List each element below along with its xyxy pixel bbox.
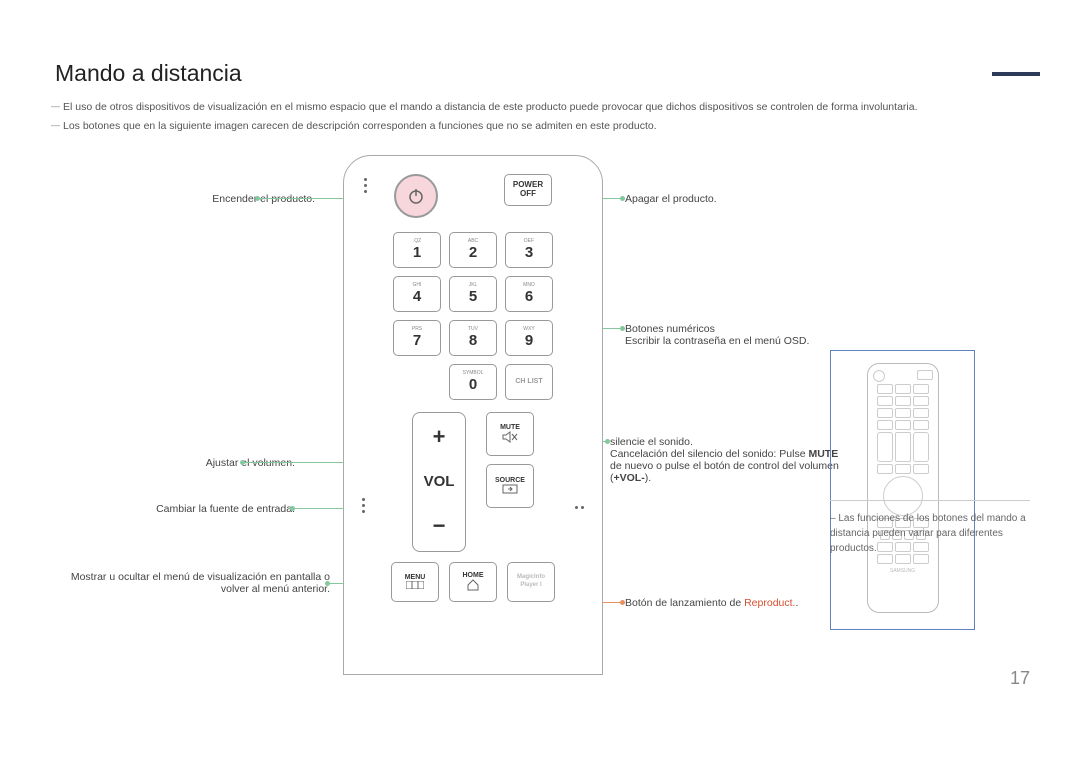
mute-d1: Cancelación del silencio del sonido: Pul… [610, 448, 808, 460]
label-volume: Ajustar el volumen. [55, 457, 295, 469]
accent-bar [992, 72, 1040, 76]
label-magicinfo: Botón de lanzamiento de Reproduct.. [625, 597, 798, 609]
remote-thumbnail-frame: SAMSUNG [830, 350, 975, 630]
vol-label: VOL [424, 473, 455, 490]
numeric-title: Botones numéricos [625, 323, 715, 335]
leader-dot [620, 600, 625, 605]
page-number: 17 [1010, 668, 1030, 689]
menu-icon [406, 581, 424, 589]
home-button[interactable]: HOME [449, 562, 497, 602]
key-1[interactable]: .QZ1 [393, 232, 441, 268]
page-title: Mando a distancia [55, 60, 1025, 87]
menu-button[interactable]: MENU [391, 562, 439, 602]
label-menu: Mostrar u ocultar el menú de visualizaci… [55, 571, 330, 595]
braille-dots [362, 498, 365, 513]
key-4[interactable]: GHI4 [393, 276, 441, 312]
volume-rocker[interactable]: + VOL − [412, 412, 466, 552]
braille-dots [575, 506, 584, 509]
source-button[interactable]: SOURCE [486, 464, 534, 508]
mi-hi: Reproduct. [744, 597, 795, 609]
leader-dot [620, 196, 625, 201]
leader-dot [325, 581, 330, 586]
leader-dot [605, 439, 610, 444]
key-8[interactable]: TUV8 [449, 320, 497, 356]
key-0[interactable]: SYMBOL0 [449, 364, 497, 400]
power-icon [406, 186, 426, 206]
leader-dot [255, 196, 260, 201]
note-2: Los botones que en la siguiente imagen c… [55, 118, 1025, 135]
label-numeric: Botones numéricos Escribir la contraseña… [625, 323, 855, 347]
label-source: Cambiar la fuente de entrada. [55, 503, 295, 515]
power-on-button[interactable] [394, 174, 438, 218]
key-5[interactable]: JKL5 [449, 276, 497, 312]
label-power-on: Encender el producto. [55, 193, 315, 205]
remote-thumbnail: SAMSUNG [867, 363, 939, 613]
vol-plus: + [433, 424, 446, 450]
mute-vol: +VOL- [614, 472, 645, 484]
note-1: El uso de otros dispositivos de visualiz… [55, 99, 1025, 116]
leader-dot [240, 460, 245, 465]
mi-pre: Botón de lanzamiento de [625, 597, 744, 609]
leader-dot [620, 326, 625, 331]
magicinfo-button[interactable]: MagicInfoPlayer I [507, 562, 555, 602]
source-icon [502, 484, 518, 494]
key-3[interactable]: DEF3 [505, 232, 553, 268]
mute-button[interactable]: MUTE [486, 412, 534, 456]
key-2[interactable]: ABC2 [449, 232, 497, 268]
home-icon [466, 579, 480, 591]
key-7[interactable]: PRS7 [393, 320, 441, 356]
label-power-off: Apagar el producto. [625, 193, 717, 205]
numeric-desc: Escribir la contraseña en el menú OSD. [625, 335, 809, 347]
power-off-button[interactable]: POWEROFF [504, 174, 552, 206]
key-6[interactable]: MNO6 [505, 276, 553, 312]
mute-icon [502, 431, 518, 443]
ch-list-button[interactable]: CH LIST [505, 364, 553, 400]
label-mute: silencie el sonido. Cancelación del sile… [610, 436, 840, 484]
diagram: Encender el producto. Ajustar el volumen… [55, 155, 1025, 675]
key-9[interactable]: WXY9 [505, 320, 553, 356]
leader-dot [290, 506, 295, 511]
mute-d3: ). [645, 472, 651, 484]
vol-minus: − [433, 513, 446, 539]
footnote: – Las funciones de los botones del mando… [830, 500, 1030, 556]
braille-dots [364, 178, 367, 193]
remote-body: POWEROFF .QZ1 ABC2 DEF3 GHI4 JKL5 MNO6 P… [343, 155, 603, 675]
mi-end: . [795, 597, 798, 609]
mute-title: silencie el sonido. [610, 436, 693, 448]
